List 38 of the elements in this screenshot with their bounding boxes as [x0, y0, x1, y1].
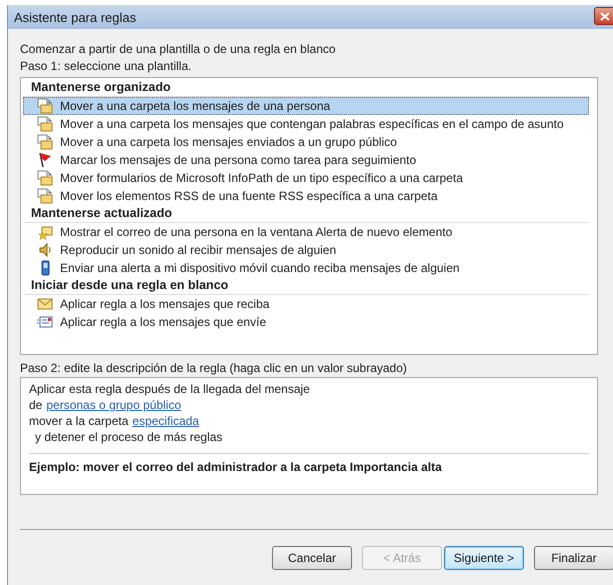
folder-icon — [37, 98, 53, 114]
dialog-button[interactable]: Finalizar — [534, 546, 613, 570]
folder-icon — [37, 116, 53, 132]
folder-icon — [37, 188, 53, 204]
close-icon — [600, 12, 610, 20]
example-text: Ejemplo: mover el correo del administrador a la carpeta Importancia alta — [29, 460, 443, 474]
group-header: Iniciar desde una regla en blanco — [23, 277, 589, 295]
step-label: Paso 1: seleccione una plantilla. — [20, 58, 192, 75]
template-item[interactable]: Aplicar regla a los mensajes que envíe — [23, 313, 589, 331]
template-item[interactable]: Reproducir un sonido al recibir mensajes de alguien — [23, 241, 589, 259]
envelope-icon — [37, 296, 53, 312]
folder-icon — [37, 170, 53, 186]
value-link[interactable]: especificada — [132, 413, 200, 429]
star-envelope-icon — [37, 224, 53, 240]
template-item[interactable]: Mover formularios de Microsoft InfoPath de un tipo específico a una carpeta — [23, 169, 589, 187]
template-item[interactable]: Enviar una alerta a mi dispositivo móvil cuando reciba mensajes de alguien — [23, 259, 589, 277]
intro-text: Comenzar a partir de una plantilla o de una regla en blanco — [20, 41, 337, 58]
template-item[interactable]: Mover a una carpeta los mensajes de una persona — [23, 97, 589, 115]
value-link[interactable]: personas o grupo público — [46, 397, 182, 413]
template-item[interactable]: Mover a una carpeta los mensajes que contengan palabras específicas en el campo de asunto — [23, 115, 589, 133]
flag-icon — [37, 152, 53, 168]
envelope-icon — [37, 314, 53, 330]
template-item[interactable]: Mover los elementos RSS de una fuente RSS específica a una carpeta — [23, 187, 589, 205]
template-item[interactable]: Mover a una carpeta los mensajes enviados a un grupo público — [23, 133, 589, 151]
dialog-button[interactable]: Cancelar — [272, 546, 352, 570]
folder-icon — [37, 134, 53, 150]
description-text: de — [29, 397, 42, 413]
window-title: Asistente para reglas — [14, 10, 136, 24]
template-item[interactable]: Marcar los mensajes de una persona como tarea para seguimiento — [23, 151, 589, 169]
dialog-button[interactable]: Siguiente > — [444, 546, 524, 570]
speaker-icon — [37, 242, 53, 258]
description-text: y detener el proceso de más reglas — [34, 429, 222, 445]
description-text: mover a la carpeta — [29, 413, 128, 429]
step-label: Paso 2: edite la descripción de la regla (haga clic en un valor subrayado) — [20, 360, 408, 377]
template-item[interactable]: Mostrar el correo de una persona en la ventana Alerta de nuevo elemento — [23, 223, 589, 241]
description-text: Aplicar esta regla después de la llegada del mensaje — [29, 381, 310, 397]
template-item[interactable]: Aplicar regla a los mensajes que reciba — [23, 295, 589, 313]
group-header: Mantenerse actualizado — [23, 205, 589, 223]
